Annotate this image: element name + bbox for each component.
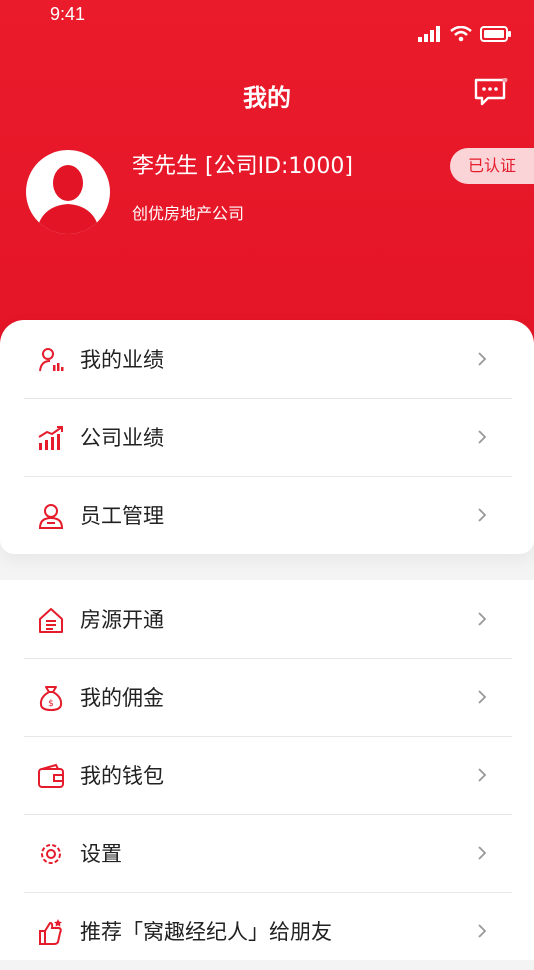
avatar[interactable] — [26, 150, 110, 234]
chevron-right-icon — [478, 924, 487, 938]
thumb-star-icon — [39, 919, 62, 945]
gear-icon — [41, 844, 61, 864]
menu-item-staff-management[interactable]: 员工管理 — [24, 476, 512, 554]
status-time: 9:41 — [50, 4, 86, 24]
wallet-icon — [38, 763, 64, 788]
status-bar: 9:41 — [0, 0, 534, 42]
menu-item-wallet[interactable]: 我的钱包 — [24, 736, 512, 815]
menu-label: 员工管理 — [80, 504, 164, 528]
menu-label: 我的佣金 — [80, 686, 164, 710]
wifi-icon — [450, 26, 472, 42]
chevron-right-icon — [478, 768, 487, 782]
primary-menu-card: 我的业绩 公司业绩 员工管理 — [0, 320, 534, 554]
bar-growth-icon — [38, 426, 63, 450]
status-icons — [418, 26, 512, 42]
menu-item-recommend[interactable]: 推荐「窝趣经纪人」给朋友 — [24, 892, 512, 970]
secondary-menu-card: 房源开通 $ 我的佣金 我的钱包 设置 推荐「窝趣经纪人」给朋友 — [0, 580, 534, 960]
user-name: 李先生 [公司ID:1000] — [132, 154, 353, 179]
menu-item-company-performance[interactable]: 公司业绩 — [24, 398, 512, 477]
menu-label: 我的业绩 — [80, 348, 164, 372]
menu-label: 房源开通 — [80, 608, 164, 632]
menu-item-commission[interactable]: $ 我的佣金 — [24, 658, 512, 737]
chevron-right-icon — [478, 846, 487, 860]
company-name: 创优房地产公司 — [132, 204, 245, 223]
chevron-right-icon — [478, 508, 487, 522]
user-silhouette-icon — [36, 165, 100, 234]
menu-label: 设置 — [80, 842, 122, 866]
menu-label: 我的钱包 — [80, 764, 164, 788]
cellular-signal-icon — [418, 26, 440, 42]
chevron-right-icon — [478, 612, 487, 626]
chevron-right-icon — [478, 690, 487, 704]
verified-badge: 已认证 — [450, 148, 534, 184]
menu-item-my-performance[interactable]: 我的业绩 — [24, 320, 512, 399]
svg-text:$: $ — [48, 699, 54, 709]
house-list-icon — [39, 608, 63, 633]
menu-label: 公司业绩 — [80, 426, 164, 450]
menu-item-listing-activation[interactable]: 房源开通 — [24, 580, 512, 659]
money-bag-icon: $ — [39, 686, 63, 711]
menu-item-settings[interactable]: 设置 — [24, 814, 512, 893]
chevron-right-icon — [478, 352, 487, 366]
page-title: 我的 — [243, 84, 291, 112]
chevron-right-icon — [478, 430, 487, 444]
message-icon[interactable] — [474, 78, 508, 108]
staff-icon — [38, 504, 64, 529]
battery-icon — [480, 26, 511, 42]
menu-label: 推荐「窝趣经纪人」给朋友 — [80, 920, 332, 944]
person-chart-icon — [39, 348, 64, 372]
